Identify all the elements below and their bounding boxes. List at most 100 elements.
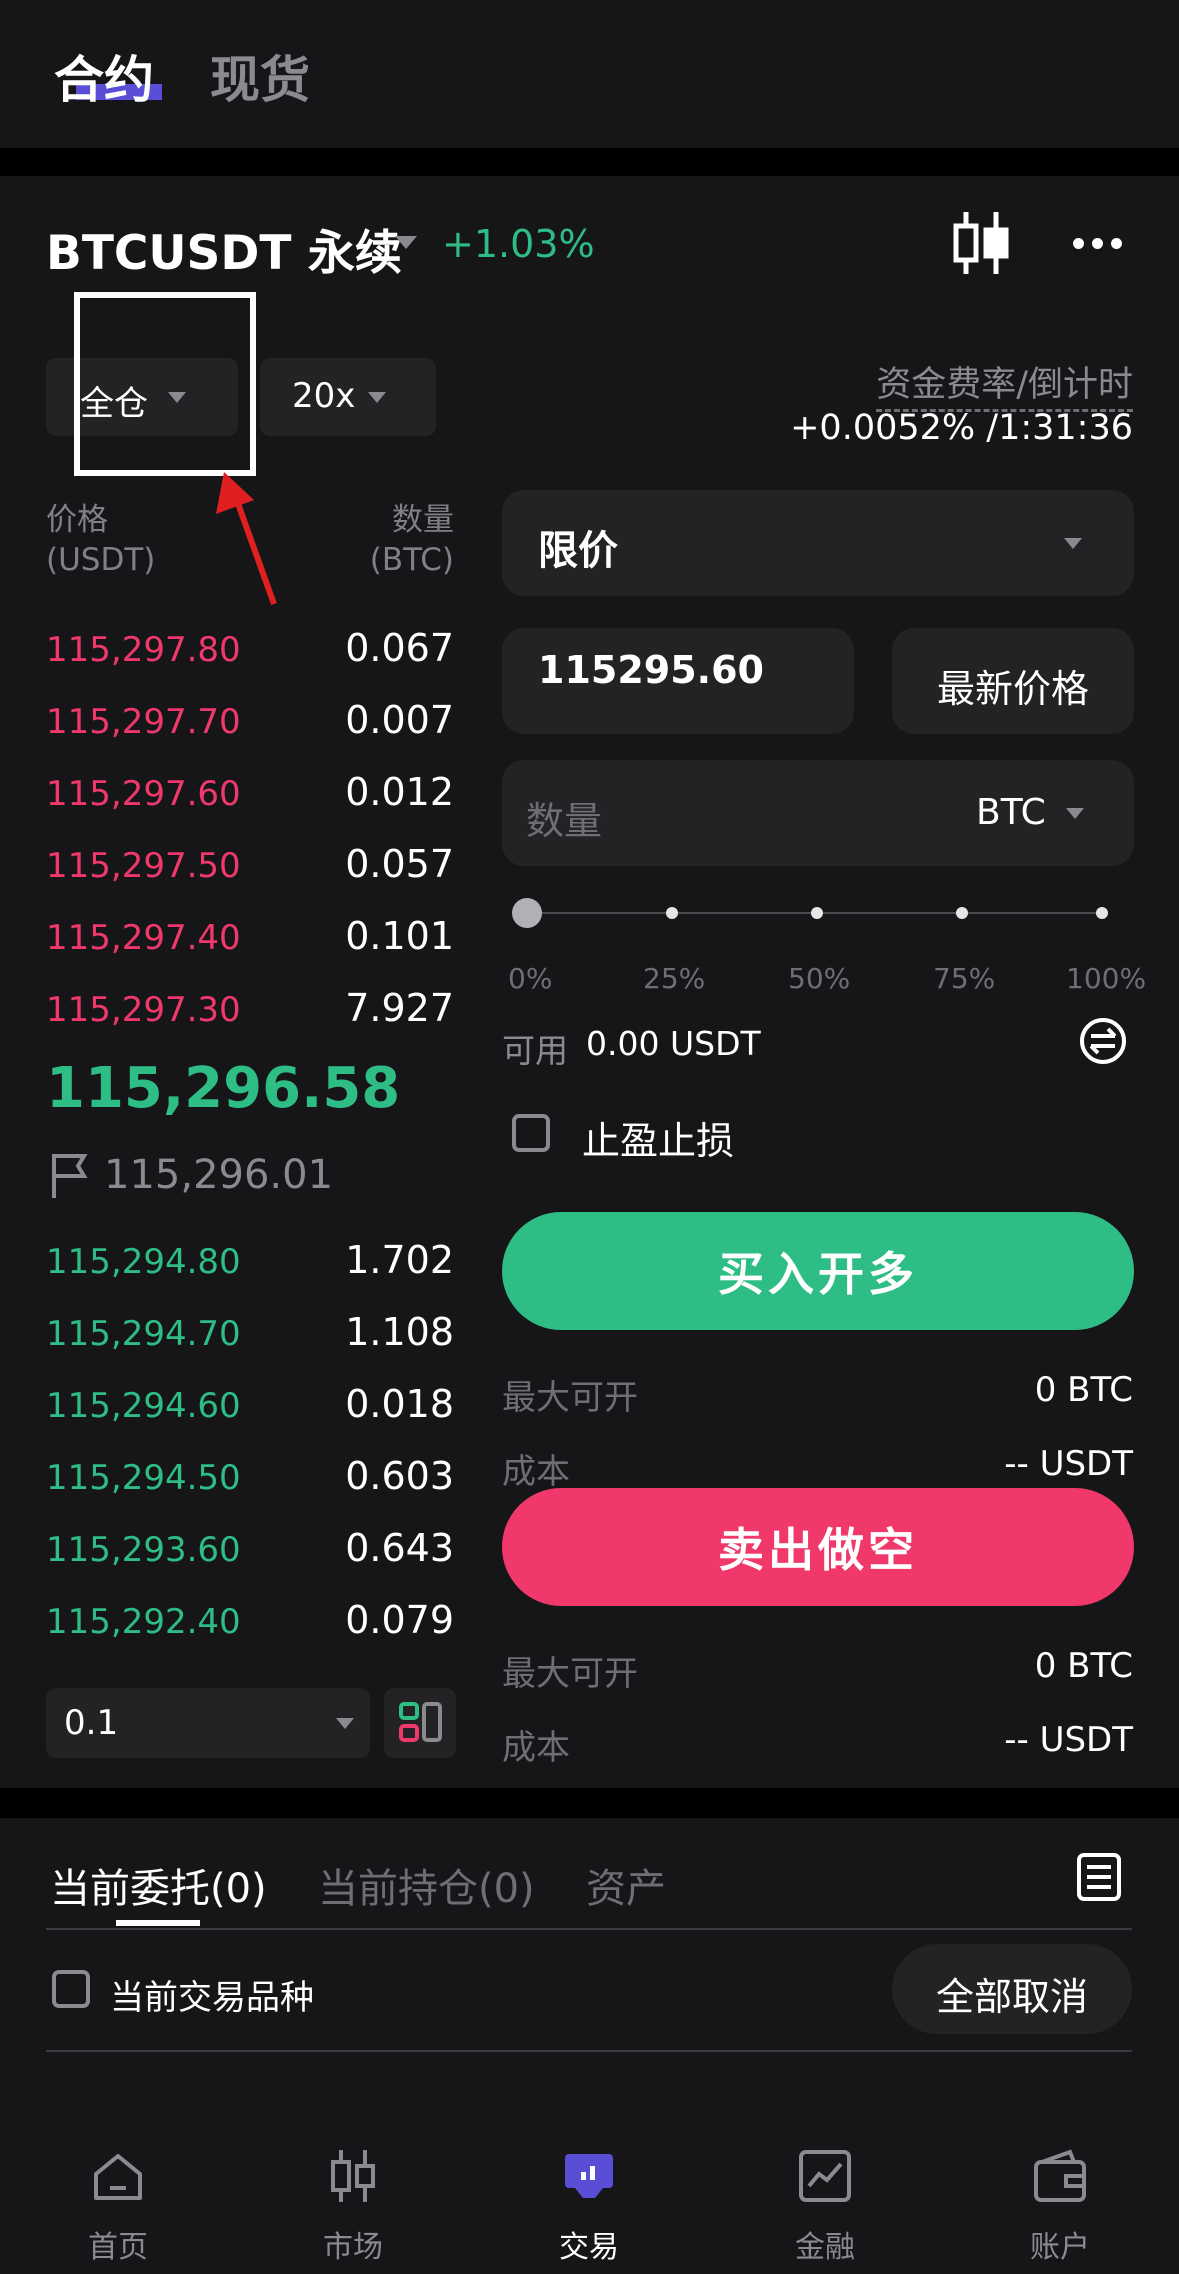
bid-price[interactable]: 115,294.80 xyxy=(46,1242,241,1282)
mark-price: 115,296.01 xyxy=(104,1152,334,1198)
tab-positions[interactable]: 当前持仓(0) xyxy=(318,1856,535,1914)
bid-qty: 1.702 xyxy=(345,1238,454,1282)
slider-step[interactable] xyxy=(666,907,678,919)
nav-label: 金融 xyxy=(795,2230,855,2265)
annotation-highlight-box xyxy=(74,292,256,476)
slider-step[interactable] xyxy=(811,907,823,919)
tpsl-checkbox[interactable] xyxy=(512,1114,550,1152)
sell-max-value: 0 BTC xyxy=(1034,1646,1133,1686)
available-label: 可用 xyxy=(502,1031,568,1070)
quantity-placeholder: 数量 xyxy=(526,799,603,843)
chevron-down-icon xyxy=(1064,538,1082,549)
price-header: 价格 xyxy=(46,502,108,538)
ask-qty: 0.101 xyxy=(345,914,454,958)
cancel-all-button[interactable]: 全部取消 xyxy=(892,1944,1132,2034)
nav-label: 首页 xyxy=(88,2230,148,2265)
slider-label: 100% xyxy=(1066,962,1147,995)
funding-rate-value: +0.0052% /1:31:36 xyxy=(790,408,1133,448)
bid-qty: 0.079 xyxy=(345,1598,454,1642)
depth-step-select[interactable]: 0.1 xyxy=(46,1688,370,1758)
slider-step[interactable] xyxy=(956,907,968,919)
chevron-down-icon xyxy=(336,1718,354,1729)
annotation-arrow-icon xyxy=(216,472,277,606)
ask-price[interactable]: 115,297.50 xyxy=(46,846,241,886)
wallet-icon xyxy=(1034,2149,1086,2202)
tab-spot[interactable]: 现货 xyxy=(210,40,310,112)
bid-qty: 0.643 xyxy=(345,1526,454,1570)
ask-qty: 0.012 xyxy=(345,770,454,814)
buy-cost-value: -- USDT xyxy=(1004,1444,1133,1484)
nav-home[interactable]: 首页 xyxy=(38,2112,198,2274)
buy-max-label: 最大可开 xyxy=(502,1378,638,1418)
leverage-select[interactable]: 20x xyxy=(260,358,436,436)
current-symbol-checkbox[interactable] xyxy=(52,1970,90,2008)
sell-cost-value: -- USDT xyxy=(1004,1720,1133,1760)
symbol-title[interactable]: BTCUSDT 永续 xyxy=(46,214,402,283)
divider xyxy=(46,1928,1132,1930)
order-type-label: 限价 xyxy=(538,528,618,574)
nav-trade[interactable]: 交易 xyxy=(509,2112,669,2274)
qty-header: 数量 xyxy=(392,502,454,538)
sell-cost-label: 成本 xyxy=(502,1728,570,1768)
slider-label: 0% xyxy=(508,962,553,995)
depth-step-value: 0.1 xyxy=(64,1703,119,1743)
tab-futures[interactable]: 合约 xyxy=(54,40,154,112)
ask-price[interactable]: 115,297.30 xyxy=(46,990,241,1030)
nav-label: 市场 xyxy=(323,2230,383,2265)
home-icon xyxy=(94,2154,142,2200)
top-tab-bar xyxy=(0,0,1179,148)
ask-price[interactable]: 115,297.60 xyxy=(46,774,241,814)
nav-finance[interactable]: 金融 xyxy=(745,2112,905,2274)
transfer-icon[interactable] xyxy=(1078,1016,1128,1066)
percent-slider-thumb[interactable] xyxy=(512,898,542,928)
leverage-label: 20x xyxy=(292,376,356,416)
ask-price[interactable]: 115,297.80 xyxy=(46,630,241,670)
bid-price[interactable]: 115,294.70 xyxy=(46,1314,241,1354)
price-input[interactable]: 115295.60 xyxy=(502,628,854,734)
bid-price[interactable]: 115,294.60 xyxy=(46,1386,241,1426)
bid-qty: 0.603 xyxy=(345,1454,454,1498)
latest-price-button[interactable]: 最新价格 xyxy=(892,628,1134,734)
latest-price-label: 最新价格 xyxy=(936,667,1089,711)
nav-label: 交易 xyxy=(559,2230,619,2265)
tab-assets[interactable]: 资产 xyxy=(586,1856,666,1914)
sell-short-button[interactable]: 卖出做空 xyxy=(502,1488,1134,1606)
divider xyxy=(46,2050,1132,2052)
ask-price[interactable]: 115,297.70 xyxy=(46,702,241,742)
buy-max-value: 0 BTC xyxy=(1034,1370,1133,1410)
nav-market[interactable]: 市场 xyxy=(273,2112,433,2274)
trade-icon xyxy=(565,2154,613,2198)
finance-chart-icon xyxy=(799,2150,851,2202)
available-value: 0.00 USDT xyxy=(586,1024,761,1063)
chevron-down-icon xyxy=(1066,808,1084,819)
ask-qty: 0.067 xyxy=(345,626,454,670)
buy-long-button[interactable]: 买入开多 xyxy=(502,1212,1134,1330)
symbol-dropdown-icon[interactable] xyxy=(395,236,417,249)
slider-label: 50% xyxy=(788,962,851,995)
funding-rate-label[interactable]: 资金费率/倒计时 xyxy=(876,356,1133,412)
order-history-icon[interactable] xyxy=(1076,1852,1122,1902)
ask-qty: 7.927 xyxy=(345,986,454,1030)
bid-price[interactable]: 115,294.50 xyxy=(46,1458,241,1498)
bid-qty: 0.018 xyxy=(345,1382,454,1426)
chevron-down-icon xyxy=(368,392,386,403)
ask-price[interactable]: 115,297.40 xyxy=(46,918,241,958)
slider-label: 25% xyxy=(643,962,706,995)
cancel-all-label: 全部取消 xyxy=(935,1975,1088,2019)
price-input-value: 115295.60 xyxy=(538,648,764,692)
flag-icon xyxy=(52,1154,88,1198)
bid-price[interactable]: 115,292.40 xyxy=(46,1602,241,1642)
orderbook-layout-toggle[interactable] xyxy=(384,1688,456,1758)
bid-qty: 1.108 xyxy=(345,1310,454,1354)
candlestick-chart-icon[interactable] xyxy=(950,210,1012,276)
nav-account[interactable]: 账户 xyxy=(980,2112,1140,2274)
quantity-unit[interactable]: BTC xyxy=(976,792,1046,833)
tab-open-orders[interactable]: 当前委托(0) xyxy=(50,1856,267,1914)
more-icon[interactable] xyxy=(1073,238,1123,250)
candlestick-icon xyxy=(331,2150,375,2202)
slider-step[interactable] xyxy=(1096,907,1108,919)
ask-qty: 0.007 xyxy=(345,698,454,742)
bid-price[interactable]: 115,293.60 xyxy=(46,1530,241,1570)
order-type-select[interactable]: 限价 xyxy=(502,490,1134,596)
quantity-input[interactable]: 数量 BTC xyxy=(502,760,1134,866)
